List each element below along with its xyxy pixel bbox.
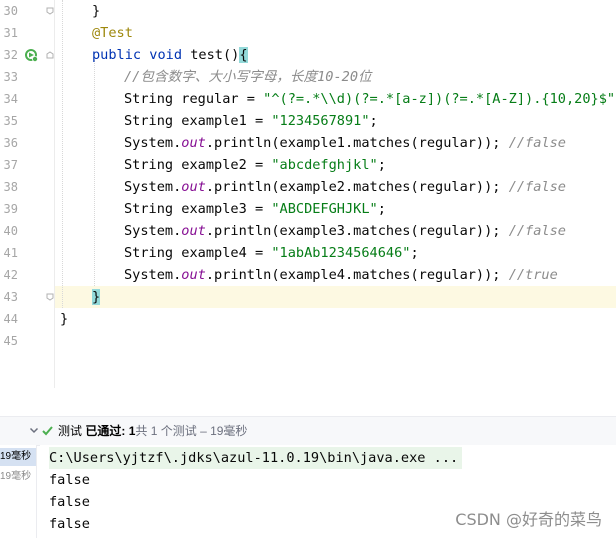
indent-guide (94, 60, 95, 286)
line-number: 40 (3, 224, 18, 238)
test-tree[interactable]: 19毫秒 19毫秒 (0, 445, 37, 538)
code-line-32: public void test(){ (92, 47, 248, 63)
line-number: 42 (3, 268, 18, 282)
line-number: 45 (3, 334, 18, 348)
checkmark-icon (42, 426, 53, 436)
run-test-icon[interactable] (24, 48, 38, 62)
line-number: 30 (3, 4, 18, 18)
current-line-highlight (55, 286, 616, 308)
status-passed: 已通过: (85, 424, 126, 438)
indent-guide (62, 0, 63, 308)
code-editor[interactable]: 30 31 32 33 34 35 36 37 38 39 40 41 42 4… (0, 0, 616, 388)
fold-end-icon[interactable] (46, 293, 54, 301)
code-line-37: String example2 = "abcdefghjkl"; (124, 157, 386, 173)
total-tests: 共 1 个测试 (135, 424, 197, 438)
code-line-40: System.out.println(example3.matches(regu… (124, 223, 566, 239)
line-number: 33 (3, 70, 18, 84)
code-line-36: System.out.println(example1.matches(regu… (124, 135, 566, 151)
panel-divider[interactable] (0, 388, 616, 416)
test-tree-item[interactable]: 19毫秒 (0, 448, 36, 466)
fold-end-icon[interactable] (46, 7, 54, 15)
line-number: 38 (3, 180, 18, 194)
code-line-33: //包含数字、大小写字母，长度10-20位 (124, 66, 372, 88)
code-line-38: System.out.println(example2.matches(regu… (124, 179, 566, 195)
test-tree-item[interactable]: 19毫秒 (0, 468, 36, 486)
duration: – 19毫秒 (200, 424, 248, 438)
line-number: 36 (3, 136, 18, 150)
code-line-30: } (92, 3, 101, 19)
console-line: false (49, 472, 90, 488)
console-command-line[interactable]: C:\Users\yjtzf\.jdks\azul-11.0.19\bin\ja… (49, 447, 463, 469)
code-line-35: String example1 = "1234567891"; (124, 113, 378, 129)
code-line-44: } (60, 311, 69, 327)
code-line-31: @Test (92, 22, 133, 44)
line-number: 39 (3, 202, 18, 216)
console-line: false (49, 516, 90, 532)
code-line-34: String regular = "^(?=.*\\d)(?=.*[a-z])(… (124, 91, 616, 107)
code-line-39: String example3 = "ABCDEFGHJKL"; (124, 201, 386, 217)
watermark: CSDN @好奇的菜鸟 (455, 510, 602, 529)
line-number: 41 (3, 246, 18, 260)
fold-start-icon[interactable] (46, 51, 54, 59)
status-prefix: 测试 (58, 424, 83, 438)
line-number: 34 (3, 92, 18, 106)
line-number: 35 (3, 114, 18, 128)
line-number-gutter: 30 31 32 33 34 35 36 37 38 39 40 41 42 4… (0, 0, 55, 388)
console-line: false (49, 494, 90, 510)
line-number: 31 (3, 26, 18, 40)
code-line-43: } (92, 286, 101, 308)
code-line-42: System.out.println(example4.matches(regu… (124, 267, 558, 283)
line-number: 32 (3, 48, 18, 62)
chevron-down-icon[interactable] (28, 424, 40, 436)
line-number: 43 (3, 290, 18, 304)
test-run-status-bar: 测试 已通过: 1共 1 个测试 – 19毫秒 (0, 416, 616, 446)
line-number: 44 (3, 312, 18, 326)
matched-brace: } (92, 289, 101, 305)
line-number: 37 (3, 158, 18, 172)
matched-brace: { (239, 47, 248, 63)
annotation: @Test (92, 25, 133, 41)
comment: //包含数字、大小写字母，长度10-20位 (124, 69, 372, 85)
code-line-41: String example4 = "1abAb1234564646"; (124, 245, 419, 261)
